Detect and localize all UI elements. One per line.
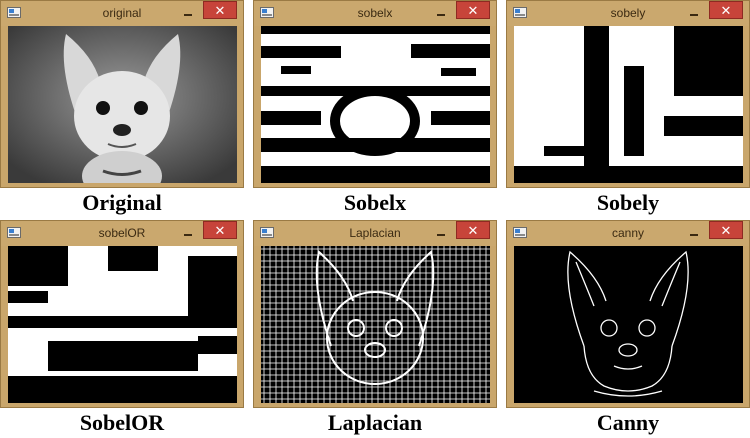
caption-sobely: Sobely [596, 190, 660, 215]
title-bar[interactable]: sobelOR ✕ [1, 221, 243, 246]
canny-edge-image [514, 246, 743, 403]
image-view-sobely [514, 26, 743, 183]
minimize-icon[interactable] [687, 227, 701, 237]
image-view-laplacian [261, 246, 490, 403]
sobelx-binary-image [261, 26, 490, 183]
chihuahua-photo [8, 26, 237, 183]
close-icon[interactable]: ✕ [456, 1, 490, 19]
laplacian-edge-image [261, 246, 490, 403]
minimize-icon[interactable] [181, 227, 195, 237]
image-view-sobelor [8, 246, 237, 403]
minimize-icon[interactable] [434, 227, 448, 237]
window-original[interactable]: original ✕ [0, 0, 244, 188]
window-sobely[interactable]: sobely ✕ [506, 0, 750, 188]
close-icon[interactable]: ✕ [456, 221, 490, 239]
caption-original: Original [82, 190, 162, 215]
caption-canny: Canny [596, 410, 660, 435]
minimize-icon[interactable] [181, 7, 195, 17]
window-canny[interactable]: canny ✕ [506, 220, 750, 408]
minimize-icon[interactable] [434, 7, 448, 17]
title-bar[interactable]: Laplacian ✕ [254, 221, 496, 246]
window-laplacian[interactable]: Laplacian ✕ [253, 220, 497, 408]
caption-sobelor: SobelOR [79, 410, 165, 435]
image-view-canny [514, 246, 743, 403]
window-sobelx[interactable]: sobelx ✕ [253, 0, 497, 188]
title-bar[interactable]: original ✕ [1, 1, 243, 26]
title-bar[interactable]: sobely ✕ [507, 1, 749, 26]
sobelor-binary-image [8, 246, 237, 403]
minimize-icon[interactable] [687, 7, 701, 17]
caption-laplacian: Laplacian [327, 410, 423, 435]
image-view-original [8, 26, 237, 183]
window-sobelor[interactable]: sobelOR ✕ [0, 220, 244, 408]
title-bar[interactable]: sobelx ✕ [254, 1, 496, 26]
close-icon[interactable]: ✕ [709, 221, 743, 239]
close-icon[interactable]: ✕ [709, 1, 743, 19]
title-bar[interactable]: canny ✕ [507, 221, 749, 246]
image-view-sobelx [261, 26, 490, 183]
caption-sobelx: Sobelx [343, 190, 407, 215]
sobely-binary-image [514, 26, 743, 183]
close-icon[interactable]: ✕ [203, 221, 237, 239]
close-icon[interactable]: ✕ [203, 1, 237, 19]
